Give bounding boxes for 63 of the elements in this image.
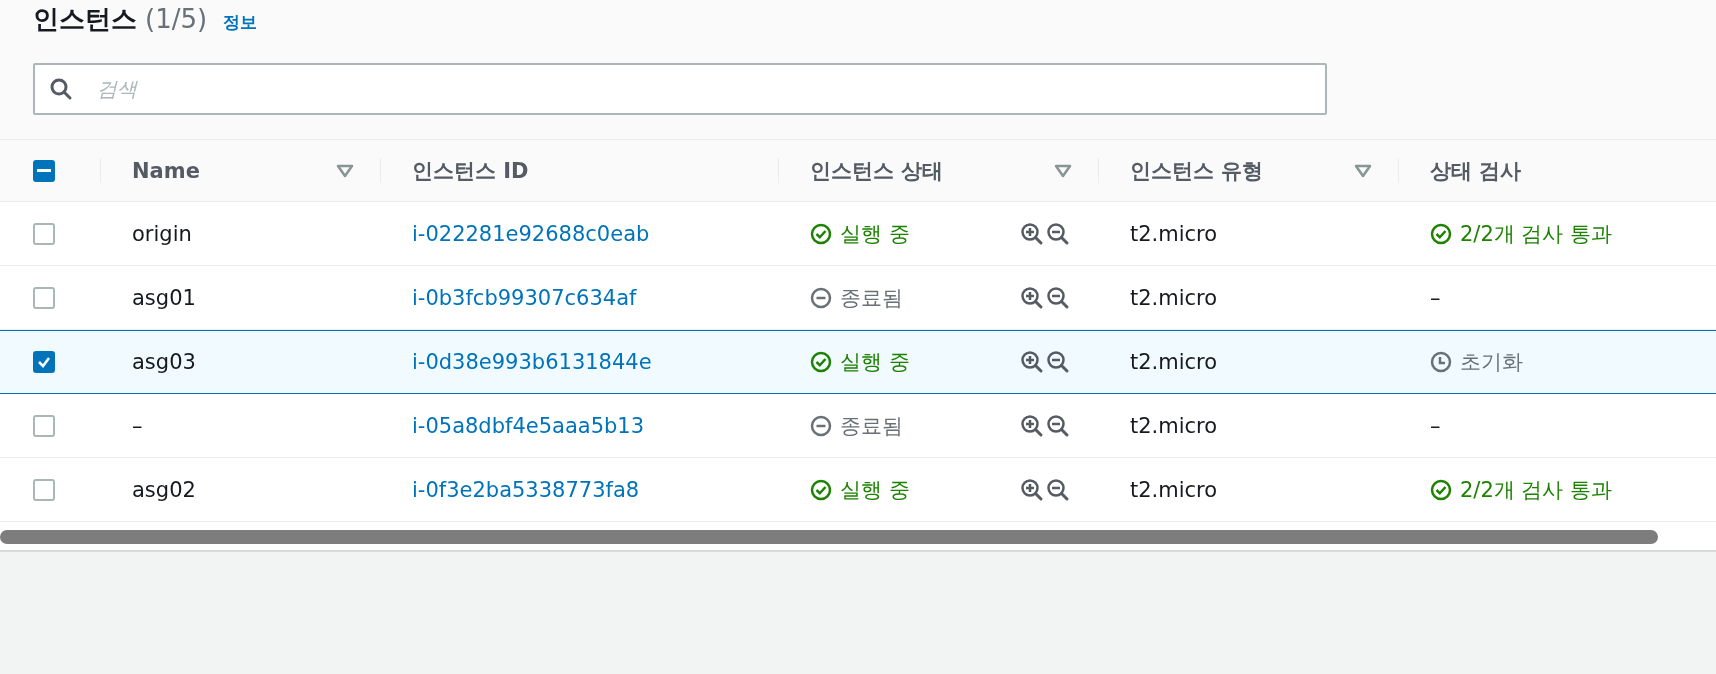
status-check: – bbox=[1430, 413, 1441, 438]
status-check: 초기화 bbox=[1460, 349, 1523, 376]
row-checkbox[interactable] bbox=[33, 414, 55, 437]
page-title: 인스턴스 bbox=[33, 3, 137, 36]
status-check: 2/2개 검사 통과 bbox=[1460, 476, 1613, 504]
column-header[interactable]: 인스턴스 ID bbox=[412, 156, 529, 185]
zoom-out-icon[interactable] bbox=[1046, 413, 1070, 438]
check-circle-icon bbox=[1430, 222, 1452, 245]
row-checkbox[interactable] bbox=[33, 222, 55, 245]
sort-triangle-icon[interactable] bbox=[1354, 163, 1372, 178]
instance-id-link[interactable]: i-0d38e993b6131844e bbox=[412, 350, 652, 374]
zoom-in-icon[interactable] bbox=[1020, 221, 1044, 246]
check-circle-icon bbox=[810, 478, 832, 501]
instance-id-link[interactable]: i-0b3fcb99307c634af bbox=[412, 285, 637, 310]
zoom-out-icon[interactable] bbox=[1046, 350, 1070, 374]
instance-state: 실행 중 bbox=[840, 220, 910, 248]
instance-name: origin bbox=[132, 221, 192, 246]
search-field[interactable]: 검색 bbox=[33, 63, 1327, 115]
instance-type: t2.micro bbox=[1130, 477, 1218, 502]
sort-triangle-icon[interactable] bbox=[336, 163, 354, 178]
selected-row-highlight[interactable]: asg03 i-0d38e993b6131844e 실행 중 t2.micro 초기화 bbox=[0, 330, 1716, 394]
instance-name: – bbox=[132, 413, 143, 438]
instance-state: 실행 중 bbox=[840, 349, 910, 376]
column-header[interactable]: Name bbox=[132, 158, 200, 183]
instance-count: (1/5) bbox=[145, 4, 208, 34]
instance-type: t2.micro bbox=[1130, 285, 1218, 310]
status-check: – bbox=[1430, 285, 1441, 310]
instance-name: asg01 bbox=[132, 285, 196, 310]
instance-state: 종료됨 bbox=[840, 284, 903, 312]
column-header[interactable]: 상태 검사 bbox=[1430, 156, 1522, 185]
row-checkbox[interactable] bbox=[33, 478, 55, 501]
check-circle-icon bbox=[810, 351, 832, 373]
instance-state: 실행 중 bbox=[840, 476, 910, 504]
row-checkbox[interactable] bbox=[33, 286, 55, 309]
clock-icon bbox=[1430, 351, 1452, 373]
select-all-checkbox[interactable] bbox=[33, 159, 55, 182]
instance-id-link[interactable]: i-022281e92688c0eab bbox=[412, 221, 650, 246]
row-checkbox[interactable] bbox=[33, 351, 55, 373]
instance-name: asg02 bbox=[132, 477, 196, 502]
info-link[interactable]: 정보 bbox=[223, 11, 258, 34]
minus-circle-icon bbox=[810, 286, 832, 309]
zoom-out-icon[interactable] bbox=[1046, 285, 1070, 310]
instance-id-link[interactable]: i-05a8dbf4e5aaa5b13 bbox=[412, 413, 645, 438]
sort-triangle-icon[interactable] bbox=[1054, 163, 1072, 178]
horizontal-scrollbar[interactable] bbox=[0, 530, 1658, 544]
column-header[interactable]: 인스턴스 유형 bbox=[1130, 156, 1264, 185]
instance-id-link[interactable]: i-0f3e2ba5338773fa8 bbox=[412, 477, 640, 502]
instance-state: 종료됨 bbox=[840, 412, 903, 440]
instance-type: t2.micro bbox=[1130, 350, 1218, 374]
zoom-out-icon[interactable] bbox=[1046, 221, 1070, 246]
zoom-in-icon[interactable] bbox=[1020, 413, 1044, 438]
check-circle-icon bbox=[1430, 478, 1452, 501]
zoom-out-icon[interactable] bbox=[1046, 477, 1070, 502]
check-circle-icon bbox=[810, 222, 832, 245]
column-header[interactable]: 인스턴스 상태 bbox=[810, 156, 944, 185]
instance-name: asg03 bbox=[132, 350, 196, 374]
instance-type: t2.micro bbox=[1130, 413, 1218, 438]
zoom-in-icon[interactable] bbox=[1020, 285, 1044, 310]
zoom-in-icon[interactable] bbox=[1020, 350, 1044, 374]
minus-circle-icon bbox=[810, 414, 832, 437]
status-check: 2/2개 검사 통과 bbox=[1460, 220, 1613, 248]
instance-type: t2.micro bbox=[1130, 221, 1218, 246]
zoom-in-icon[interactable] bbox=[1020, 477, 1044, 502]
